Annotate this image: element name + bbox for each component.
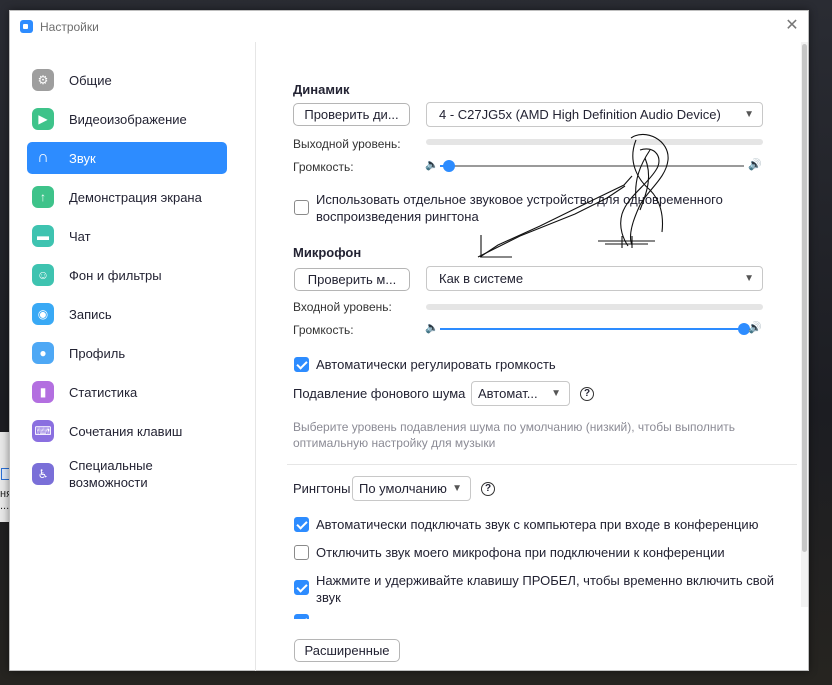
chevron-down-icon: ▼ — [744, 273, 754, 284]
statistics-icon: ▮ — [32, 381, 54, 403]
keyboard-icon: ⌨ — [32, 420, 54, 442]
noise-help-icon[interactable]: ? — [580, 387, 594, 401]
speaker-heading: Динамик — [293, 82, 350, 97]
sidebar-item-label: Чат — [69, 228, 91, 244]
output-level-label: Выходной уровень: — [293, 137, 401, 151]
titlebar: Настройки — [10, 11, 808, 42]
volume-high-icon: 🔊 — [748, 322, 762, 334]
input-level-meter — [426, 304, 763, 310]
ringtones-help-icon[interactable]: ? — [481, 482, 495, 496]
settings-window: Настройки ✕ ⚙ Общие ▶ Видеоизображение ∩ Звук… — [9, 10, 809, 671]
noise-suppression-label: Подавление фонового шума — [293, 386, 466, 401]
noise-hint: Выберите уровень подавления шума по умол… — [293, 420, 736, 450]
microphone-heading: Микрофон — [293, 245, 362, 260]
sidebar-item-label: Профиль — [69, 345, 126, 361]
advanced-button[interactable]: Расширенные — [294, 639, 400, 662]
sidebar-item-record[interactable]: ◉ Запись — [27, 298, 227, 330]
section-divider — [287, 464, 797, 465]
microphone-device-value: Как в системе — [439, 271, 524, 286]
headphones-icon: ∩ — [37, 149, 49, 166]
chat-icon: ▬ — [32, 225, 54, 247]
noise-suppression-value: Автомат... — [478, 386, 538, 401]
microphone-volume-label: Громкость: — [293, 323, 354, 337]
sidebar-item-chat[interactable]: ▬ Чат — [27, 220, 227, 252]
speaker-volume-slider[interactable] — [443, 160, 456, 172]
partial-checkbox[interactable] — [294, 614, 309, 619]
test-microphone-button[interactable]: Проверить м... — [294, 268, 410, 291]
sidebar-item-share-screen[interactable]: ↑ Демонстрация экрана — [27, 181, 227, 213]
chevron-down-icon: ▼ — [551, 388, 561, 399]
sidebar: ⚙ Общие ▶ Видеоизображение ∩ Звук ↑ Демонстраци… — [10, 42, 256, 671]
sidebar-item-label: Запись — [69, 306, 112, 322]
close-icon[interactable]: ✕ — [784, 18, 800, 34]
accessibility-icon: ♿ — [32, 463, 54, 485]
sidebar-item-label: Статистика — [69, 384, 138, 400]
input-level-label: Входной уровень: — [293, 300, 392, 314]
speaker-volume-label: Громкость: — [293, 160, 354, 174]
auto-join-audio-label: Автоматически подключать звук с компьюте… — [316, 517, 759, 532]
sidebar-item-statistics[interactable]: ▮ Статистика — [27, 376, 227, 408]
mute-mic-on-join-label: Отключить звук моего микрофона при подкл… — [316, 545, 725, 560]
sidebar-item-accessibility[interactable]: ♿ Специальные возможности — [27, 454, 227, 494]
background-icon: ☺ — [32, 264, 54, 286]
ringtones-label: Рингтоны — [293, 481, 351, 496]
video-camera-icon: ▶ — [32, 108, 54, 130]
share-screen-icon: ↑ — [32, 186, 54, 208]
auto-volume-checkbox[interactable] — [294, 357, 309, 372]
scrollbar-thumb[interactable] — [802, 44, 807, 552]
record-icon: ◉ — [32, 303, 54, 325]
separate-device-checkbox[interactable] — [294, 200, 309, 215]
sidebar-item-label: Звук — [69, 150, 96, 166]
zoom-app-icon — [20, 20, 33, 33]
microphone-volume-fill — [440, 328, 744, 330]
ringtones-value: По умолчанию — [359, 481, 447, 496]
auto-volume-label: Автоматически регулировать громкость — [316, 357, 556, 372]
sidebar-item-video-camera[interactable]: ▶ Видеоизображение — [27, 103, 227, 135]
volume-low-icon: 🔈 — [425, 159, 439, 171]
sidebar-item-label: Видеоизображение — [69, 111, 187, 127]
mute-mic-on-join-checkbox[interactable] — [294, 545, 309, 560]
sidebar-item-keyboard[interactable]: ⌨ Сочетания клавиш — [27, 415, 227, 447]
sidebar-item-label: Демонстрация экрана — [69, 189, 202, 205]
sidebar-item-gear[interactable]: ⚙ Общие — [27, 64, 227, 96]
push-to-talk-checkbox[interactable] — [294, 580, 309, 595]
volume-high-icon: 🔊 — [748, 159, 762, 171]
push-to-talk-label: Нажмите и удерживайте клавишу ПРОБЕЛ, чт… — [316, 573, 775, 605]
window-title: Настройки — [40, 19, 99, 34]
sidebar-item-label: Фон и фильтры — [69, 267, 162, 283]
speaker-device-value: 4 - C27JG5x (AMD High Definition Audio D… — [439, 107, 721, 122]
profile-icon: ● — [32, 342, 54, 364]
chevron-down-icon: ▼ — [744, 109, 754, 120]
test-speaker-button[interactable]: Проверить ди... — [293, 103, 410, 126]
sidebar-item-profile[interactable]: ● Профиль — [27, 337, 227, 369]
ringtones-select[interactable]: По умолчанию ▼ — [352, 476, 471, 501]
gear-icon: ⚙ — [32, 69, 54, 91]
auto-join-audio-checkbox[interactable] — [294, 517, 309, 532]
volume-low-icon: 🔈 — [425, 322, 439, 334]
sidebar-item-headphones[interactable]: ∩ Звук — [27, 142, 227, 174]
microphone-device-select[interactable]: Как в системе ▼ — [426, 266, 763, 291]
sidebar-item-label: Общие — [69, 72, 112, 88]
sidebar-item-label: Сочетания клавиш — [69, 423, 183, 439]
noise-suppression-select[interactable]: Автомат... ▼ — [471, 381, 570, 406]
content-scrollbar[interactable] — [801, 42, 808, 607]
sidebar-item-background[interactable]: ☺ Фон и фильтры — [27, 259, 227, 291]
chevron-down-icon: ▼ — [452, 483, 462, 494]
separate-device-label: Использовать отдельное звуковое устройст… — [316, 192, 723, 224]
output-level-meter — [426, 139, 763, 145]
speaker-device-select[interactable]: 4 - C27JG5x (AMD High Definition Audio D… — [426, 102, 763, 127]
sidebar-item-label: Специальные возможности — [69, 458, 153, 490]
audio-settings-panel: Динамик Проверить ди... 4 - C27JG5x (AMD… — [257, 42, 807, 671]
speaker-volume-track[interactable] — [440, 165, 744, 167]
